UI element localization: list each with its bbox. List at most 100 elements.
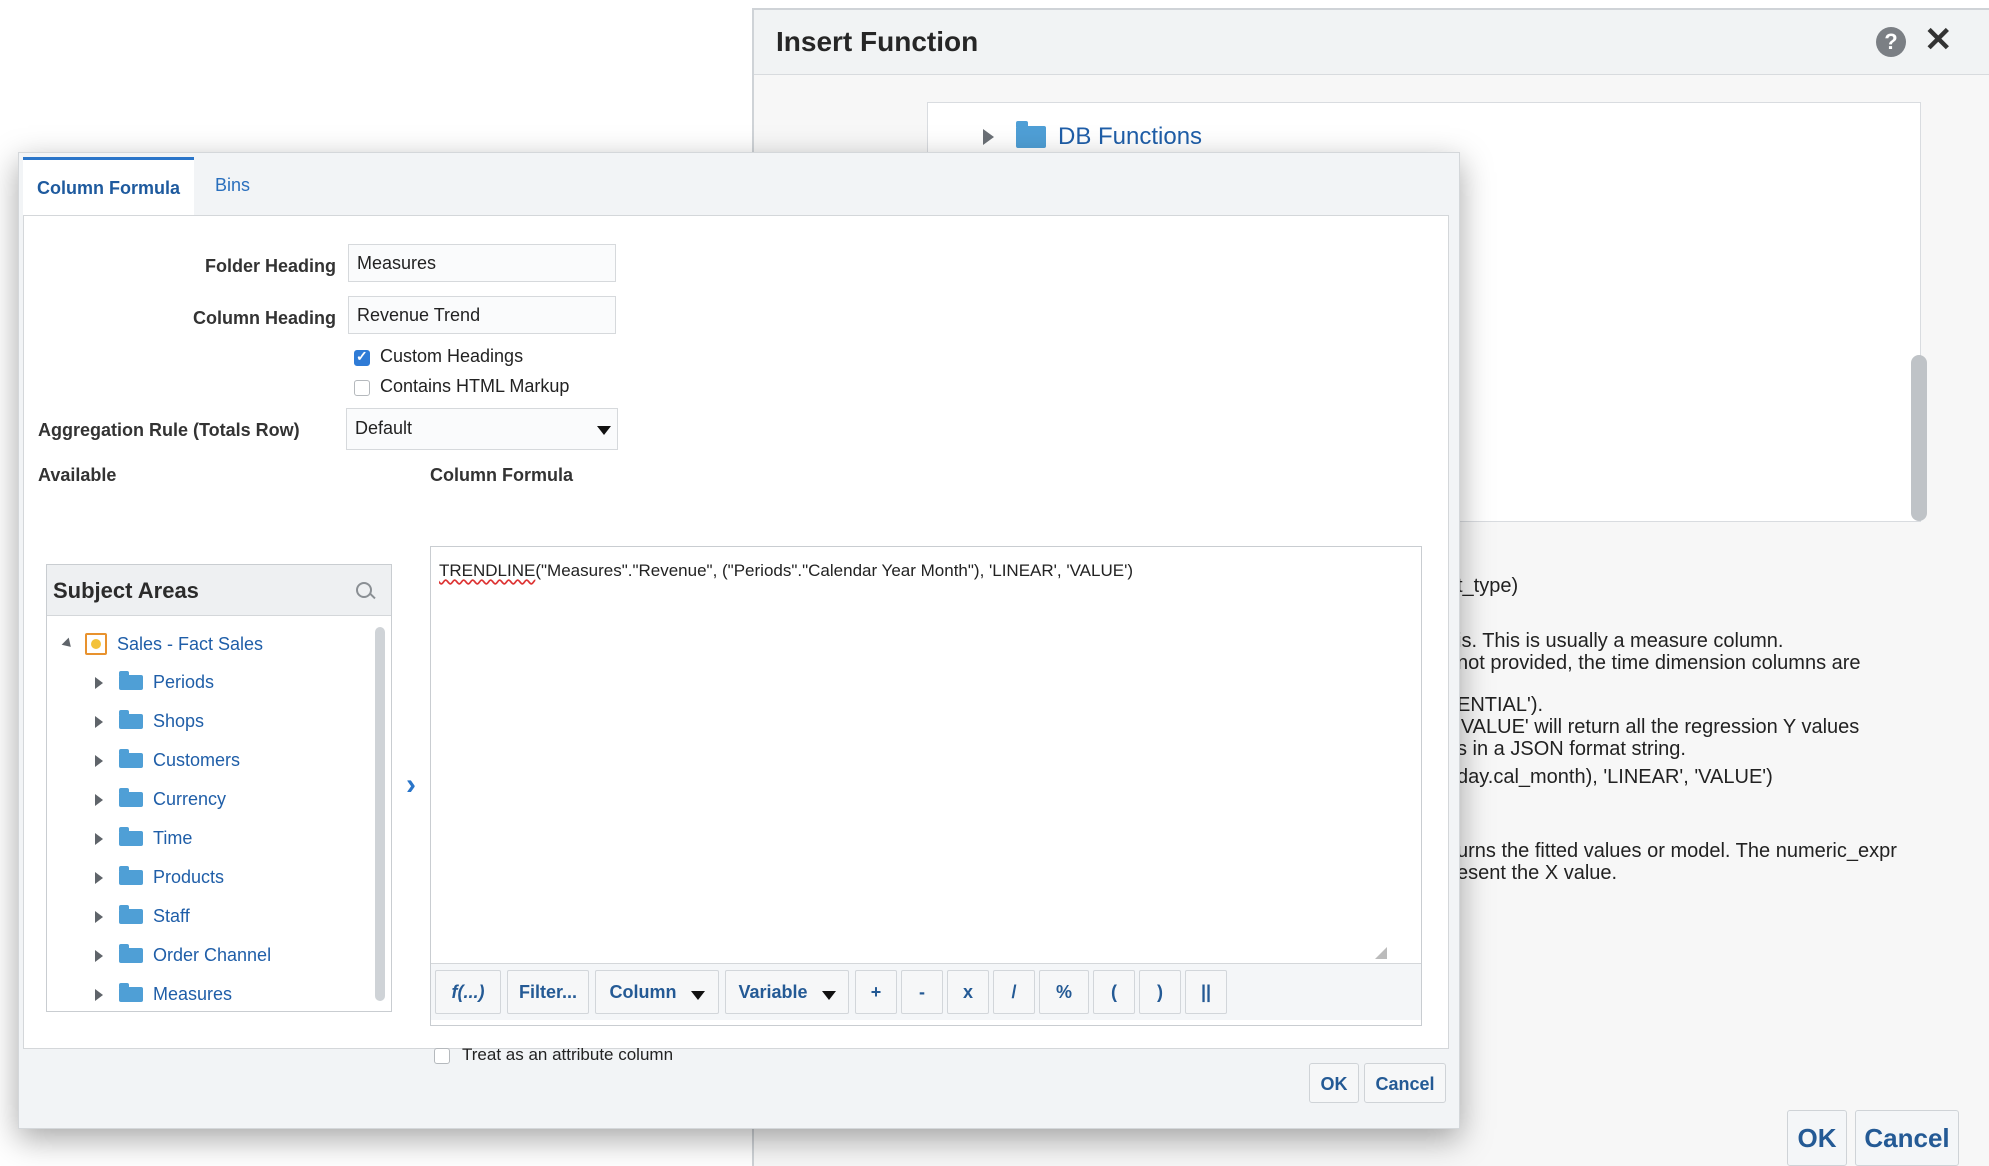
- tree-scrollbar[interactable]: [1911, 355, 1927, 521]
- description-line: not provided, the time dimension columns…: [1457, 652, 1861, 674]
- concat-operator-button[interactable]: ||: [1185, 970, 1227, 1014]
- folder-heading-label: Folder Heading: [204, 256, 336, 276]
- tree-item-staff[interactable]: Staff: [95, 905, 190, 927]
- formula-arguments: ("Measures"."Revenue", ("Periods"."Calen…: [535, 561, 1133, 580]
- tree-item-label: Measures: [153, 984, 233, 1004]
- subject-area-icon: [85, 633, 107, 655]
- percent-operator-button[interactable]: %: [1039, 970, 1089, 1014]
- folder-icon: [119, 983, 143, 1002]
- contains-html-label: Contains HTML Markup: [380, 376, 570, 396]
- tree-item-label: Order Channel: [153, 945, 272, 965]
- tree-item-shops[interactable]: Shops: [95, 710, 205, 732]
- close-icon[interactable]: ✕: [1924, 20, 1953, 60]
- description-line: urns the fitted values or model. The num…: [1457, 840, 1897, 862]
- tree-item-customers[interactable]: Customers: [95, 749, 241, 771]
- variable-button-label: Variable: [738, 982, 808, 1002]
- tree-item-label: Shops: [153, 711, 205, 731]
- folder-icon: [1016, 121, 1046, 148]
- insert-function-header: Insert Function ? ✕: [754, 10, 1989, 75]
- description-line: t_type): [1457, 575, 1519, 597]
- chevron-down-icon: [821, 991, 836, 1000]
- attribute-column-checkbox[interactable]: [434, 1048, 450, 1064]
- add-column-arrow-icon[interactable]: ›: [406, 768, 416, 802]
- subject-areas-scrollbar[interactable]: [375, 627, 385, 1001]
- tree-item-currency[interactable]: Currency: [95, 788, 227, 810]
- tree-item-label: Customers: [153, 750, 241, 770]
- expand-arrow-icon[interactable]: [95, 949, 103, 962]
- column-heading-input[interactable]: [348, 296, 616, 334]
- minus-operator-button[interactable]: -: [901, 970, 943, 1014]
- description-line: day.cal_month), 'LINEAR', 'VALUE'): [1457, 766, 1773, 788]
- expand-arrow-icon[interactable]: [95, 832, 103, 845]
- formula-function-name: TRENDLINE: [439, 561, 536, 580]
- tree-item-products[interactable]: Products: [95, 866, 225, 888]
- description-line: ENTIAL').: [1457, 694, 1544, 716]
- tree-item-db-functions[interactable]: DB Functions: [983, 121, 1203, 151]
- tree-item-time[interactable]: Time: [95, 827, 192, 849]
- column-formula-editor[interactable]: TRENDLINE("Measures"."Revenue", ("Period…: [430, 546, 1422, 1026]
- tree-item-measures[interactable]: Measures: [95, 983, 233, 1005]
- folder-heading-input[interactable]: [348, 244, 616, 282]
- ok-button[interactable]: OK: [1309, 1063, 1359, 1103]
- insert-function-button[interactable]: f(...): [435, 970, 501, 1014]
- folder-icon: [119, 905, 143, 924]
- variable-dropdown-button[interactable]: Variable: [725, 970, 849, 1014]
- custom-headings-checkbox[interactable]: [354, 348, 370, 366]
- expand-arrow-icon[interactable]: [983, 129, 994, 145]
- attribute-column-label: Treat as an attribute column: [462, 1045, 674, 1064]
- expand-arrow-icon[interactable]: [95, 793, 103, 806]
- subject-areas-title: Subject Areas: [53, 578, 199, 603]
- multiply-operator-button[interactable]: x: [947, 970, 989, 1014]
- folder-icon: [119, 944, 143, 963]
- column-formula-panel: Folder Heading Column Heading Custom Hea…: [23, 215, 1449, 1064]
- description-line: is. This is usually a measure column.: [1457, 630, 1784, 652]
- formula-toolbar: f(...) Filter... Column Variable + - x /…: [431, 963, 1421, 1020]
- aggregation-rule-select[interactable]: Default: [346, 408, 618, 450]
- expand-arrow-icon[interactable]: [95, 988, 103, 1001]
- subject-areas-header: Subject Areas: [47, 565, 391, 616]
- folder-icon: [119, 788, 143, 807]
- custom-headings-label: Custom Headings: [380, 346, 524, 366]
- column-button-label: Column: [609, 982, 677, 1002]
- divide-operator-button[interactable]: /: [993, 970, 1035, 1014]
- tree-item-sales-fact-sales[interactable]: Sales - Fact Sales: [61, 633, 264, 655]
- tree-item-periods[interactable]: Periods: [95, 671, 214, 693]
- column-properties-dialog: Column Formula Bins Folder Heading Colum…: [18, 152, 1460, 1129]
- search-icon[interactable]: [356, 582, 372, 598]
- column-heading-label: Column Heading: [193, 308, 336, 328]
- expand-arrow-icon[interactable]: [95, 754, 103, 767]
- expand-arrow-icon[interactable]: [95, 715, 103, 728]
- folder-icon: [119, 710, 143, 729]
- cancel-button[interactable]: Cancel: [1855, 1110, 1959, 1166]
- column-dropdown-button[interactable]: Column: [595, 970, 719, 1014]
- contains-html-checkbox[interactable]: [354, 380, 370, 396]
- subject-areas-panel: Subject Areas Sales - Fact Sales Periods…: [46, 564, 392, 1012]
- tree-item-label: DB Functions: [1058, 123, 1203, 150]
- help-icon[interactable]: ?: [1876, 27, 1906, 57]
- tab-bins[interactable]: Bins: [215, 157, 250, 213]
- cancel-button[interactable]: Cancel: [1364, 1063, 1446, 1103]
- aggregation-rule-value: Default: [355, 418, 413, 438]
- open-paren-button[interactable]: (: [1093, 970, 1135, 1014]
- tree-item-label: Staff: [153, 906, 190, 926]
- description-line: s in a JSON format string.: [1457, 738, 1686, 760]
- formula-text[interactable]: TRENDLINE("Measures"."Revenue", ("Period…: [439, 561, 1133, 581]
- tree-item-order-channel[interactable]: Order Channel: [95, 944, 272, 966]
- tree-item-label: Currency: [153, 789, 227, 809]
- filter-button[interactable]: Filter...: [507, 970, 589, 1014]
- description-line: esent the X value.: [1457, 862, 1618, 884]
- ok-button[interactable]: OK: [1787, 1110, 1847, 1166]
- close-paren-button[interactable]: ): [1139, 970, 1181, 1014]
- chevron-down-icon: [690, 991, 705, 1000]
- expand-arrow-icon[interactable]: [95, 871, 103, 884]
- plus-operator-button[interactable]: +: [855, 970, 897, 1014]
- tab-column-formula[interactable]: Column Formula: [23, 157, 194, 216]
- resize-grip-icon[interactable]: [1375, 947, 1387, 959]
- expand-arrow-icon[interactable]: [95, 910, 103, 923]
- folder-icon: [119, 671, 143, 690]
- tree-item-label: Sales - Fact Sales: [117, 633, 264, 654]
- collapse-arrow-icon[interactable]: [61, 637, 75, 651]
- tree-item-label: Products: [153, 867, 225, 887]
- column-formula-label: Column Formula: [430, 465, 573, 485]
- expand-arrow-icon[interactable]: [95, 676, 103, 689]
